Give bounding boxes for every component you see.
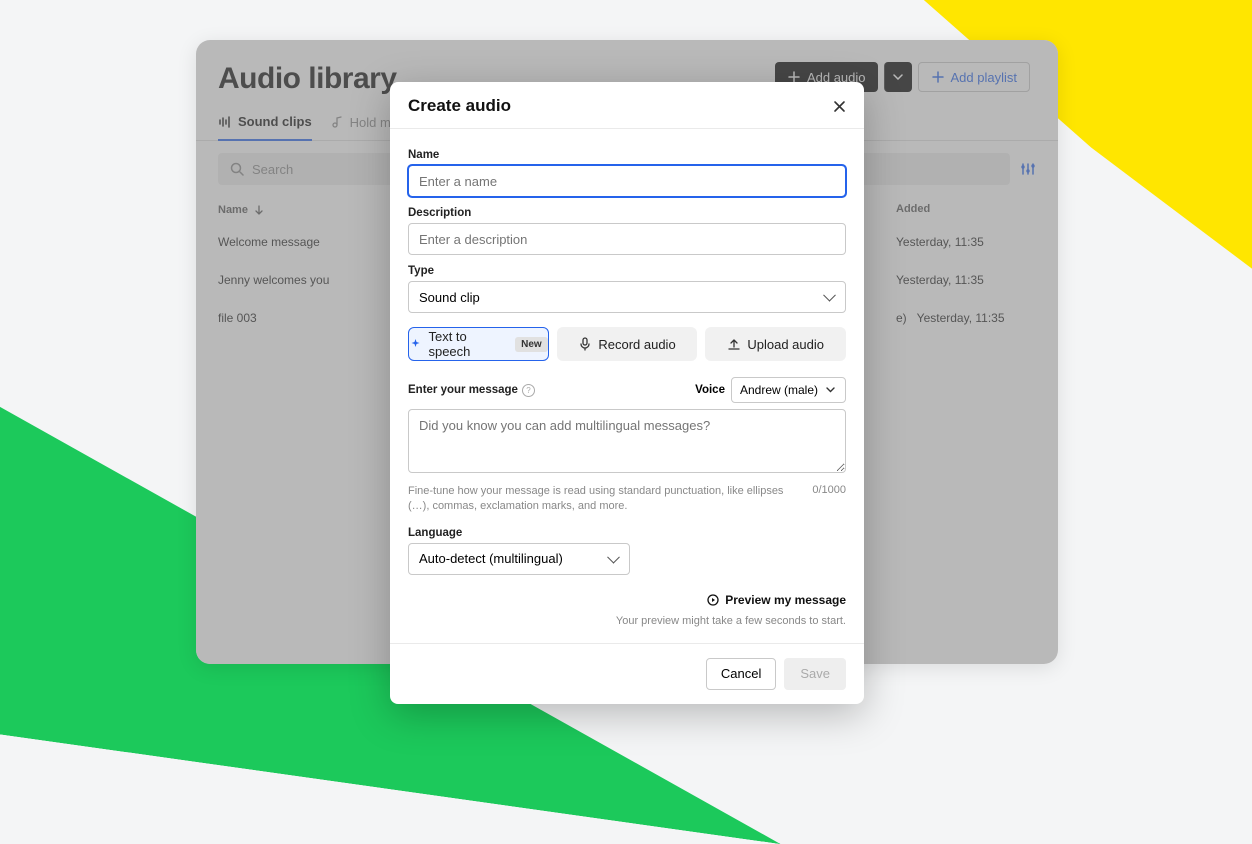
preview-sub-text: Your preview might take a few seconds to… (408, 615, 846, 627)
sparkle-icon (409, 337, 422, 351)
message-textarea[interactable] (408, 409, 846, 473)
cancel-button[interactable]: Cancel (706, 658, 776, 690)
text-to-speech-option[interactable]: Text to speech New (408, 327, 549, 361)
language-select[interactable] (408, 543, 630, 575)
upload-audio-option[interactable]: Upload audio (705, 327, 846, 361)
language-label: Language (408, 527, 846, 539)
description-input[interactable] (408, 223, 846, 255)
preview-message-button[interactable]: Preview my message (706, 593, 846, 607)
upload-icon (727, 337, 741, 351)
create-audio-modal: Create audio Name Description Type Text … (390, 82, 864, 704)
name-label: Name (408, 149, 846, 161)
info-icon[interactable]: ? (522, 384, 535, 397)
message-label: Enter your message (408, 384, 518, 396)
microphone-icon (578, 337, 592, 351)
modal-title: Create audio (408, 96, 511, 116)
chevron-down-icon (823, 383, 837, 397)
play-icon (706, 593, 720, 607)
helper-text: Fine-tune how your message is read using… (408, 484, 792, 515)
char-counter: 0/1000 (812, 484, 846, 515)
close-icon (833, 100, 846, 113)
name-input[interactable] (408, 165, 846, 197)
type-select[interactable] (408, 281, 846, 313)
close-button[interactable] (833, 100, 846, 113)
save-button[interactable]: Save (784, 658, 846, 690)
description-label: Description (408, 207, 846, 219)
voice-select[interactable]: Andrew (male) (731, 377, 846, 403)
type-label: Type (408, 265, 846, 277)
record-audio-option[interactable]: Record audio (557, 327, 698, 361)
voice-label: Voice (695, 384, 725, 396)
new-badge: New (515, 337, 548, 352)
